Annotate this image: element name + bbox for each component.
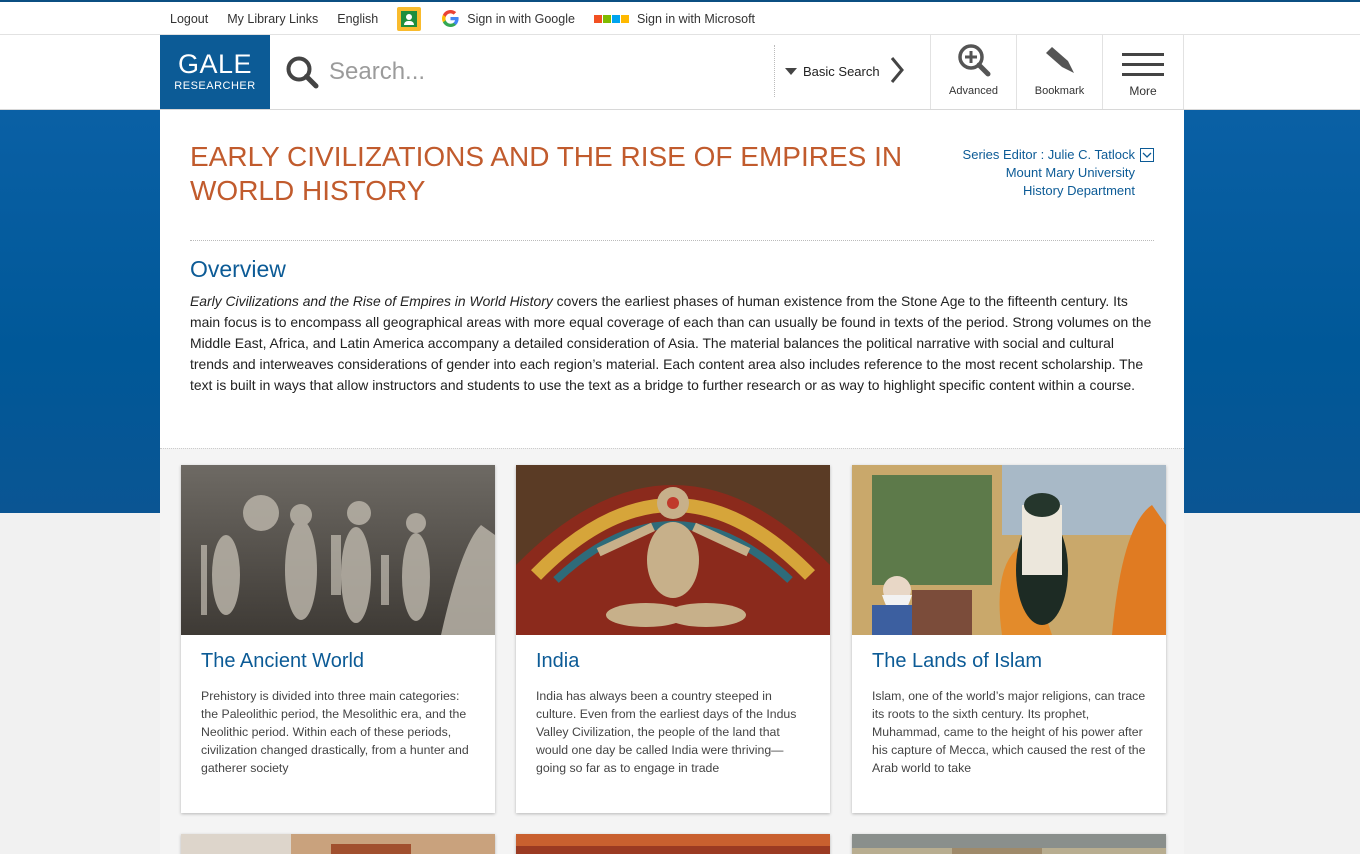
microsoft-icon (593, 14, 629, 23)
microsoft-signin-link[interactable]: Sign in with Microsoft (593, 11, 756, 26)
bookmark-button[interactable]: Bookmark (1016, 35, 1102, 109)
main-header: GALE RESEARCHER Basic Search (0, 35, 1360, 110)
content-panel: EARLY CIVILIZATIONS AND THE RISE OF EMPI… (160, 110, 1184, 854)
series-editor-link[interactable]: Series Editor : Julie C. Tatlock (963, 146, 1135, 164)
section-divider (190, 240, 1154, 241)
topic-card-ancient-world[interactable]: The Ancient World Prehistory is divided … (181, 465, 495, 813)
topic-card-partial[interactable] (516, 834, 830, 854)
chevron-right-icon[interactable] (890, 56, 904, 87)
hamburger-menu-icon (1103, 35, 1183, 79)
india-image[interactable] (516, 465, 830, 635)
library-links-link[interactable]: My Library Links (227, 12, 318, 26)
card-title[interactable]: The Lands of Islam (872, 650, 1146, 673)
google-classroom-button[interactable] (397, 6, 422, 31)
bookmark-label: Bookmark (1034, 85, 1085, 97)
more-menu-button[interactable]: More (1102, 35, 1184, 109)
gale-researcher-logo[interactable]: GALE RESEARCHER (160, 35, 270, 109)
topic-card-partial[interactable] (181, 834, 495, 854)
search-area (270, 35, 773, 109)
bookmark-icon (1017, 35, 1102, 79)
caret-down-icon (785, 67, 797, 75)
card-summary: Prehistory is divided into three main ca… (201, 689, 469, 775)
lands-of-islam-image[interactable] (852, 465, 1166, 635)
topic-card-partial[interactable] (852, 834, 1166, 854)
editor-department: History Department (1023, 183, 1135, 198)
expand-editor-icon[interactable] (1140, 148, 1154, 162)
advanced-search-button[interactable]: Advanced (930, 35, 1016, 109)
utility-links: Logout My Library Links English Sign in … (170, 2, 774, 35)
series-editor-info: Series Editor : Julie C. Tatlock Mount M… (963, 146, 1154, 200)
utility-bar: Logout My Library Links English Sign in … (0, 2, 1360, 35)
card-title[interactable]: The Ancient World (201, 650, 475, 673)
search-icon[interactable] (285, 54, 321, 90)
overview-italic-title: Early Civilizations and the Rise of Empi… (190, 293, 553, 309)
logo-wordmark: GALE (177, 49, 253, 79)
card-summary: India has always been a country steeped … (536, 689, 797, 775)
google-signin-label: Sign in with Google (467, 11, 575, 26)
google-signin-link[interactable]: Sign in with Google (442, 10, 575, 27)
topic-card-lands-of-islam[interactable]: The Lands of Islam Islam, one of the wor… (852, 465, 1166, 813)
page-title: EARLY CIVILIZATIONS AND THE RISE OF EMPI… (190, 141, 903, 206)
card-title[interactable]: India (536, 650, 810, 673)
google-classroom-icon (397, 6, 422, 31)
overview-text: Early Civilizations and the Rise of Empi… (190, 291, 1156, 396)
advanced-label: Advanced (949, 85, 998, 97)
google-icon (442, 10, 459, 27)
search-mode-label: Basic Search (803, 63, 880, 79)
card-summary: Islam, one of the world’s major religion… (872, 689, 1146, 775)
logout-link[interactable]: Logout (170, 12, 208, 26)
editor-institution: Mount Mary University (1005, 165, 1135, 180)
topic-card-india[interactable]: India India has always been a country st… (516, 465, 830, 813)
search-input[interactable] (329, 58, 759, 86)
search-mode-dropdown[interactable]: Basic Search (774, 45, 930, 97)
ancient-world-image[interactable] (181, 465, 495, 635)
overview-heading: Overview (190, 256, 286, 282)
language-selector[interactable]: English (337, 12, 378, 26)
more-label: More (1129, 84, 1157, 98)
microsoft-signin-label: Sign in with Microsoft (636, 11, 756, 26)
logo-subtitle: RESEARCHER (174, 80, 256, 92)
zoom-plus-icon (931, 35, 1016, 79)
